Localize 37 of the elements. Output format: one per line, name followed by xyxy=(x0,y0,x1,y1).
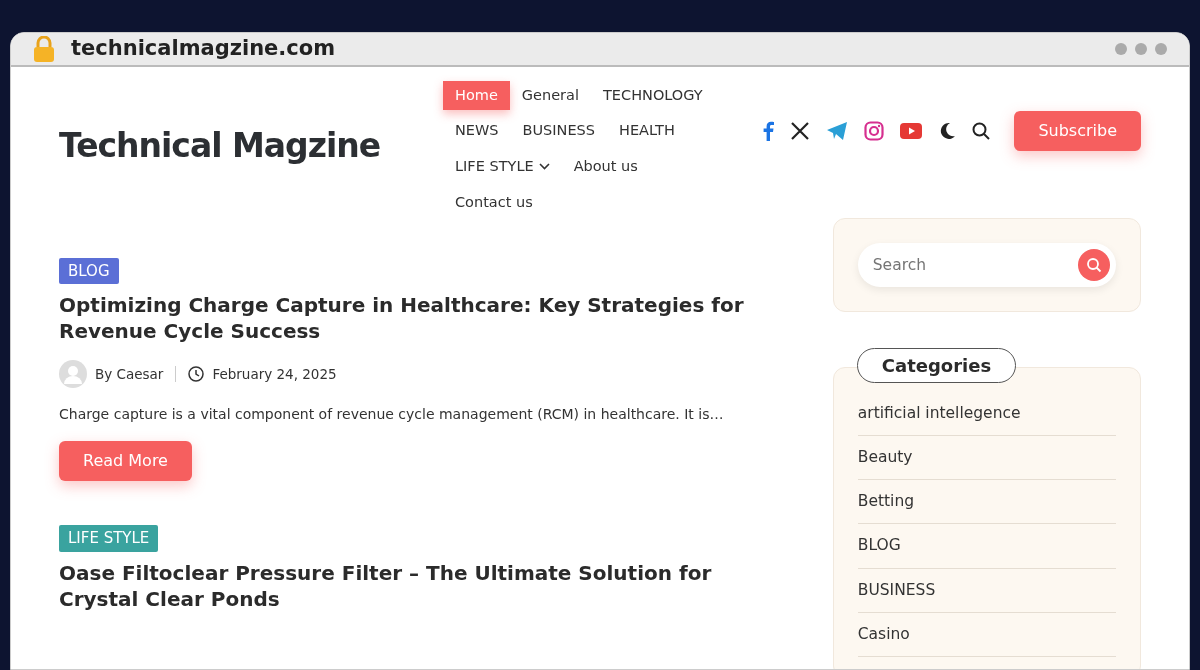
search-icon xyxy=(1086,256,1102,273)
category-link[interactable]: artificial intellegence xyxy=(857,391,1116,436)
site-title[interactable]: Technical Magzine xyxy=(59,120,419,170)
nav-link[interactable]: NEWS xyxy=(443,116,511,146)
category-link[interactable]: BUSINESS xyxy=(857,568,1116,613)
window-dot-icon[interactable] xyxy=(1155,42,1167,55)
x-icon[interactable] xyxy=(790,120,811,141)
post-title[interactable]: Optimizing Charge Capture in Healthcare: Key Strategies for Revenue Cycle Success xyxy=(59,292,785,344)
nav-link[interactable]: HEALTH xyxy=(607,116,687,146)
facebook-icon[interactable] xyxy=(762,120,775,141)
paper-plane-icon[interactable] xyxy=(826,120,849,141)
search-field[interactable]: Search xyxy=(857,242,1116,287)
category-tag[interactable]: BLOG xyxy=(59,257,119,284)
nav-link[interactable]: LIFE STYLE xyxy=(443,152,562,182)
clock-icon xyxy=(188,366,205,382)
categories-heading: Categories xyxy=(856,347,1017,383)
nav-link[interactable]: Contact us xyxy=(443,187,545,218)
window-dot-icon[interactable] xyxy=(1115,42,1127,55)
category-link[interactable]: Casino xyxy=(857,612,1116,657)
search-icon[interactable] xyxy=(972,121,991,140)
avatar-icon xyxy=(59,360,87,388)
post-title[interactable]: Oase Filtoclear Pressure Filter – The Ultimate Solution for Crystal Clear Ponds xyxy=(59,559,785,612)
nav-link[interactable]: BUSINESS xyxy=(510,116,608,146)
nav-link[interactable]: About us xyxy=(561,152,650,182)
youtube-icon[interactable] xyxy=(900,122,923,139)
category-link[interactable]: Betting xyxy=(857,480,1116,525)
moon-icon[interactable] xyxy=(938,121,957,140)
instagram-icon[interactable] xyxy=(864,120,885,141)
category-link[interactable]: Beauty xyxy=(857,435,1116,480)
post-date: February 24, 2025 xyxy=(212,364,337,384)
lock-icon xyxy=(33,35,55,62)
window-dot-icon[interactable] xyxy=(1135,42,1147,55)
post-excerpt: Charge capture is a vital component of revenue cycle management (RCM) in healthcare. It is… xyxy=(59,405,725,424)
nav-link[interactable]: TECHNOLOGY xyxy=(591,80,715,111)
author-name[interactable]: By Caesar xyxy=(95,363,164,385)
category-link[interactable]: BLOG xyxy=(857,524,1116,569)
nav-link[interactable]: General xyxy=(509,80,591,111)
